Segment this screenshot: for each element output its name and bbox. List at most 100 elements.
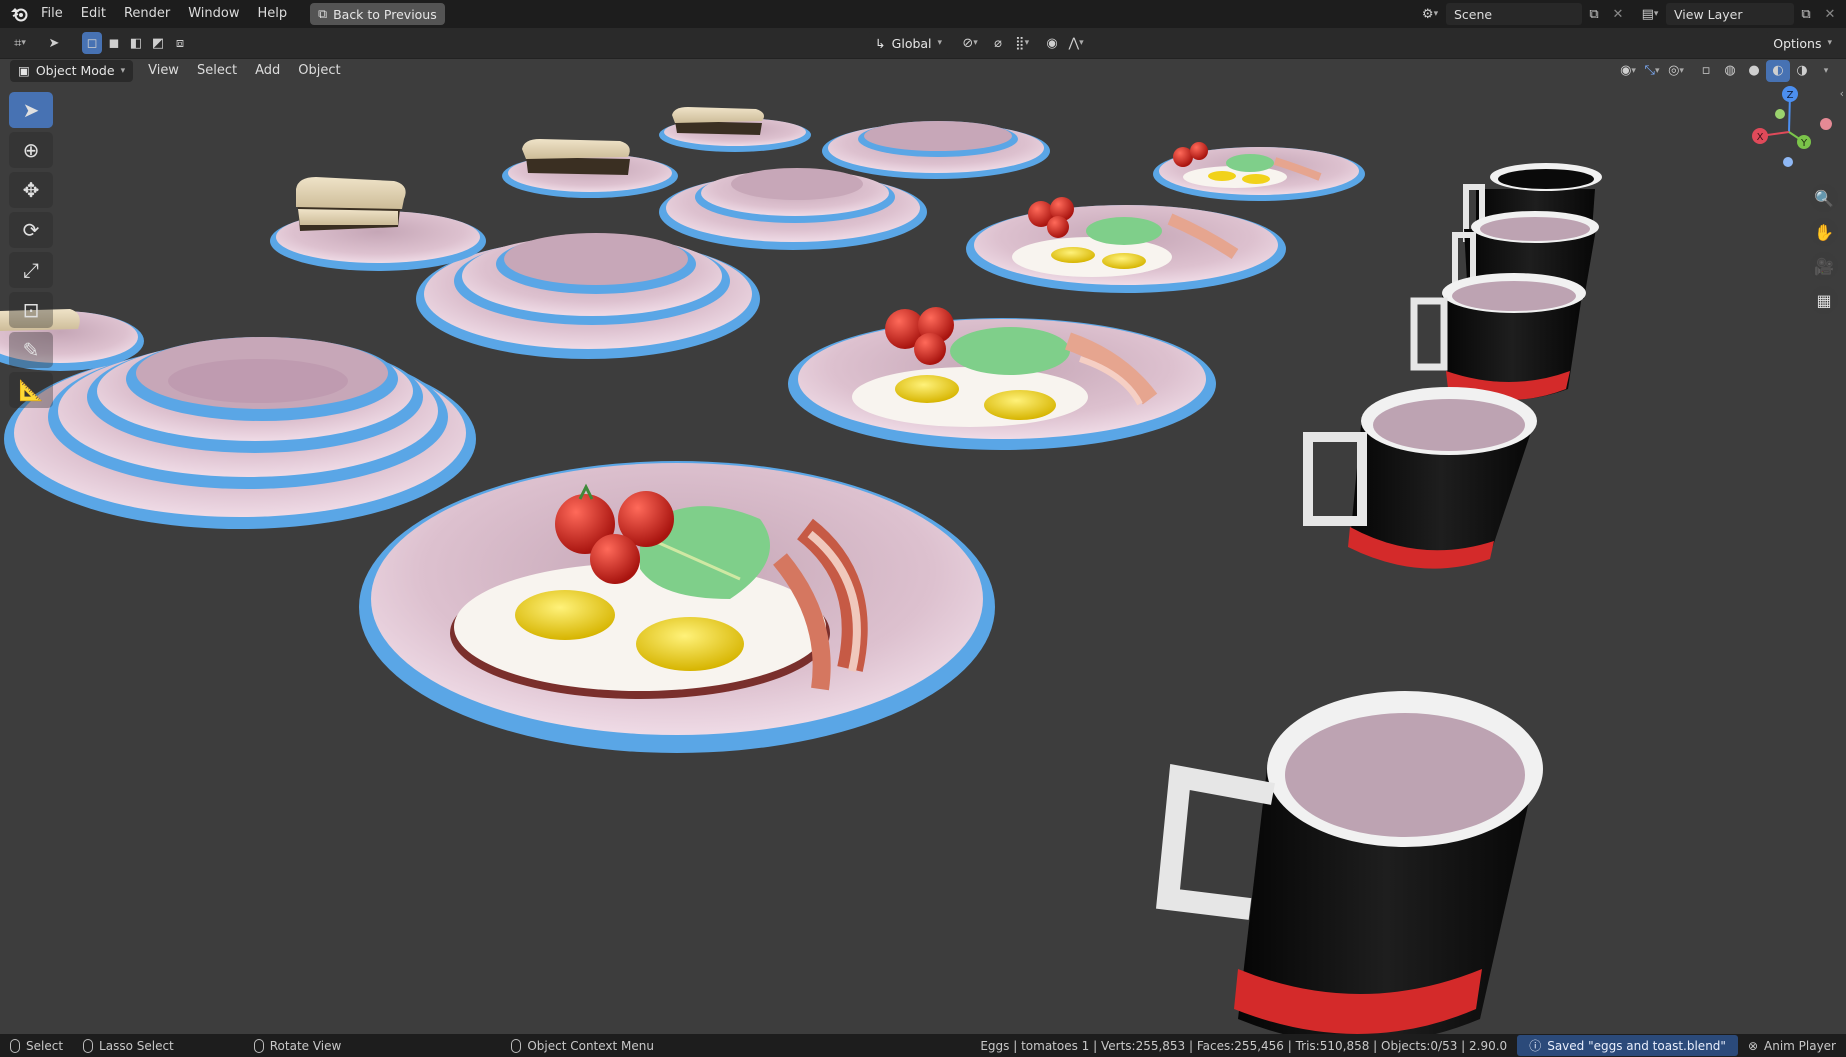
gizmo-neg-x[interactable]	[1820, 118, 1832, 130]
menu-render[interactable]: Render	[115, 0, 179, 28]
mug-near	[1156, 691, 1543, 1034]
navigation-gizmo[interactable]: Z X Y	[1744, 84, 1834, 174]
gizmo-neg-y[interactable]	[1775, 109, 1785, 119]
select-intersect-icon[interactable]: ⧈	[170, 32, 190, 54]
options-dropdown[interactable]: Options ▾	[1765, 32, 1840, 54]
cursor-icon[interactable]: ⊕	[9, 132, 53, 168]
viewport-header: ▣ Object Mode ▾ View Select Add Object ◉…	[0, 59, 1846, 82]
plate-stack-back	[822, 121, 1050, 179]
gizmo-toggle-icon[interactable]: ⤡ ▾	[1640, 60, 1664, 82]
material-shading-icon[interactable]: ◐	[1766, 59, 1790, 82]
delete-view-layer-icon[interactable]: ✕	[1818, 3, 1842, 25]
save-report-label: Saved "eggs and toast.blend"	[1547, 1038, 1726, 1053]
left-toolbar: ➤ ⊕ ✥ ⟳ ⤢ ⊡ ✎ 📐	[9, 92, 53, 408]
viewport-menu-add[interactable]: Add	[246, 59, 289, 82]
save-report[interactable]: ⓘ Saved "eggs and toast.blend"	[1517, 1035, 1738, 1056]
scene-render	[0, 107, 1602, 1034]
pan-hand-icon[interactable]: ✋	[1810, 218, 1838, 246]
xray-icon[interactable]: ▫	[1694, 60, 1718, 82]
select-invert-icon[interactable]: ◩	[148, 32, 168, 54]
viewport-menu-select[interactable]: Select	[188, 59, 246, 82]
3d-viewport[interactable]: ▣ Object Mode ▾ View Select Add Object ◉…	[0, 59, 1846, 1034]
breakfast-plate-front	[359, 461, 995, 753]
tool-settings-bar: ⌗ ▾ ➤ ◻ ◼ ◧ ◩ ⧈ ↳ Global ▾ ⊘ ▾ ⌀ ⣿ ▾ ◉ ⋀ ▾ O…	[0, 28, 1846, 59]
mouse-drag-icon	[83, 1038, 94, 1053]
delete-scene-icon[interactable]: ✕	[1606, 3, 1630, 25]
new-scene-icon[interactable]: ⧉	[1582, 3, 1606, 25]
menu-edit[interactable]: Edit	[72, 0, 115, 28]
chevron-down-icon: ▾	[120, 65, 126, 76]
status-rotate: Rotate View	[244, 1038, 352, 1053]
blender-logo-icon[interactable]	[6, 3, 32, 25]
mouse-middle-icon	[253, 1038, 264, 1053]
proportional-edit-icon[interactable]: ◉	[1040, 32, 1064, 54]
move-icon[interactable]: ✥	[9, 172, 53, 208]
breakfast-plate-middle	[966, 197, 1286, 293]
annotate-icon[interactable]: ✎	[9, 332, 53, 368]
menu-window[interactable]: Window	[179, 0, 248, 28]
falloff-icon[interactable]: ⋀ ▾	[1064, 32, 1088, 54]
scene-selector-icon[interactable]: ⚙ ▾	[1418, 3, 1442, 25]
blender-window: File Edit Render Window Help ⧉ Back to P…	[0, 0, 1846, 1057]
mouse-right-icon	[511, 1038, 522, 1053]
select-new-icon[interactable]: ◻	[82, 32, 102, 54]
toast-plate-front	[270, 177, 486, 271]
rotate-icon[interactable]: ⟳	[9, 212, 53, 248]
anim-player[interactable]: ⊗ Anim Player	[1738, 1039, 1846, 1053]
status-context: Object Context Menu	[501, 1038, 664, 1053]
cancel-icon[interactable]: ⊗	[1748, 1039, 1758, 1053]
active-tool-icon[interactable]: ➤	[42, 32, 66, 54]
snap-target-icon[interactable]: ⣿ ▾	[1010, 32, 1034, 54]
mouse-left-icon	[10, 1038, 20, 1053]
wireframe-shading-icon[interactable]: ◍	[1718, 60, 1742, 82]
selection-mode-group: ◻ ◼ ◧ ◩ ⧈	[82, 32, 190, 54]
options-label: Options	[1773, 35, 1822, 51]
back-to-previous-button[interactable]: ⧉ Back to Previous	[310, 3, 445, 25]
orientation-label: Global	[891, 35, 932, 51]
solid-shading-icon[interactable]: ●	[1742, 60, 1766, 82]
view-layer-selector-icon[interactable]: ▤ ▾	[1638, 3, 1662, 25]
status-select: Select	[0, 1038, 73, 1053]
gizmo-neg-z[interactable]	[1783, 157, 1793, 167]
snap-toggle-icon[interactable]: ⌀	[986, 32, 1010, 54]
object-mode-dropdown[interactable]: ▣ Object Mode ▾	[10, 59, 134, 82]
transform-orientation-dropdown[interactable]: ↳ Global ▾	[867, 32, 951, 54]
status-lasso-label: Lasso Select	[99, 1038, 174, 1053]
viewport-menu-object[interactable]: Object	[289, 59, 349, 82]
new-view-layer-icon[interactable]: ⧉	[1794, 3, 1818, 25]
status-lasso: Lasso Select	[73, 1038, 184, 1053]
scene-statistics: Eggs | tomatoes 1 | Verts:255,853 | Face…	[980, 1038, 1508, 1053]
overlays-icon[interactable]: ◎ ▾	[1664, 60, 1688, 82]
toast-plate-back	[659, 107, 811, 152]
view-layer-field[interactable]: View Layer	[1666, 3, 1794, 25]
back-to-previous-label: Back to Previous	[333, 6, 437, 22]
rendered-shading-icon[interactable]: ◑	[1790, 60, 1814, 82]
status-bar: Select Lasso Select Rotate View Object C…	[0, 1034, 1846, 1057]
perspective-grid-icon[interactable]: ▦	[1810, 286, 1838, 314]
shading-options-icon[interactable]: ▾	[1814, 60, 1838, 82]
status-select-label: Select	[26, 1038, 64, 1053]
top-menu-bar: File Edit Render Window Help ⧉ Back to P…	[0, 0, 1846, 28]
menu-file[interactable]: File	[32, 0, 72, 28]
menu-help[interactable]: Help	[249, 0, 297, 28]
gizmo-z-label: Z	[1787, 90, 1794, 101]
visibility-icon[interactable]: ◉ ▾	[1616, 60, 1640, 82]
scene-field[interactable]: Scene	[1446, 3, 1582, 25]
measure-icon[interactable]: 📐	[9, 372, 53, 408]
pivot-point-icon[interactable]: ⊘ ▾	[958, 32, 982, 54]
select-box-icon[interactable]: ➤	[9, 92, 53, 128]
zoom-icon[interactable]: 🔍	[1810, 184, 1838, 212]
gizmo-y-label: Y	[1800, 138, 1808, 149]
editor-type-icon[interactable]: ⌗ ▾	[8, 32, 32, 54]
camera-view-icon[interactable]: 🎥	[1810, 252, 1838, 280]
scale-icon[interactable]: ⤢	[9, 252, 53, 288]
select-subtract-icon[interactable]: ◧	[126, 32, 146, 54]
sidebar-toggle-icon[interactable]: ‹	[1840, 87, 1844, 100]
transform-icon[interactable]: ⊡	[9, 292, 53, 328]
info-icon: ⓘ	[1529, 1039, 1542, 1053]
select-extend-icon[interactable]: ◼	[104, 32, 124, 54]
chevron-down-icon: ▾	[937, 38, 943, 48]
status-rotate-label: Rotate View	[269, 1038, 342, 1053]
viewport-menu-view[interactable]: View	[139, 59, 188, 82]
plate-stack-middle-back	[659, 168, 927, 250]
